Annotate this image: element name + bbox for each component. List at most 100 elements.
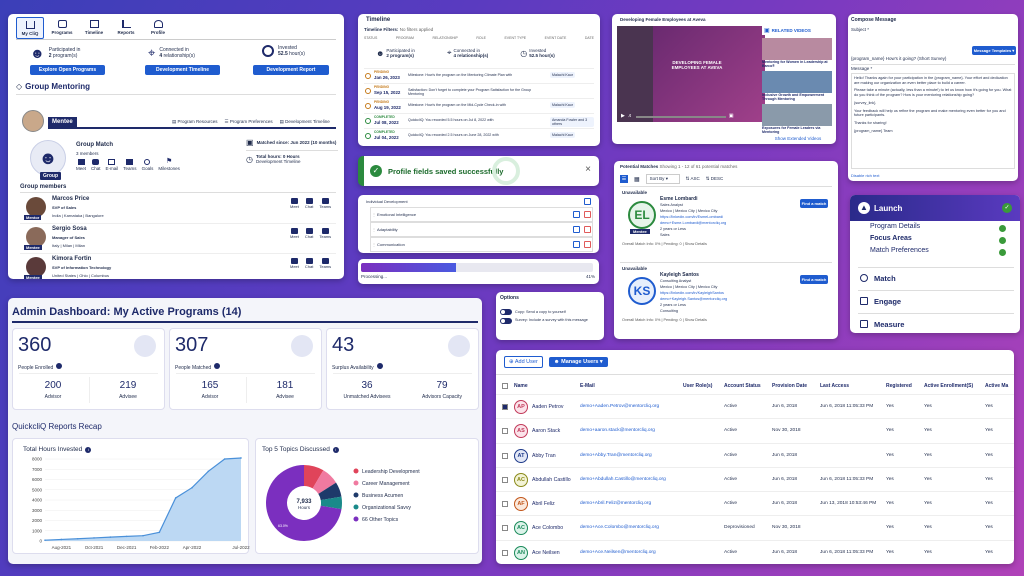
column-header[interactable]: E-Mail	[580, 383, 595, 389]
sort-asc[interactable]: ⇅ ASC	[686, 176, 700, 182]
table-row[interactable]: AC Ace Colombo demo+Ace.Colombo@mentorcliq…	[496, 515, 1014, 539]
close-icon[interactable]: ×	[585, 164, 591, 175]
data-point[interactable]	[223, 458, 226, 460]
user-email[interactable]: demo+aaron.stack@mentorcliq.org	[580, 428, 655, 433]
disable-rich-text-link[interactable]: Disable rich text	[851, 173, 879, 178]
member-name[interactable]: Sergio Sosa	[52, 226, 87, 232]
tab-profile[interactable]: Profile	[144, 17, 172, 39]
table-row[interactable]: AP Aaden Petrov demo+Aaden.Petrov@mentorcl…	[496, 394, 1014, 418]
delete-icon[interactable]	[584, 241, 591, 248]
table-row[interactable]: AT Abby Tran demo+Abby.Tran@mentorcliq.org…	[496, 442, 1014, 467]
timeline-event[interactable]: PENDING Aug 19, 2022 Milestone: How's the …	[364, 98, 594, 113]
related-video[interactable]: Inclusive Growth and Empowerment Through…	[762, 71, 834, 101]
column-header[interactable]: Account Status	[724, 383, 761, 389]
info-icon[interactable]	[56, 363, 63, 369]
column-header[interactable]: Name	[514, 383, 528, 389]
delete-icon[interactable]	[584, 211, 591, 218]
match-score[interactable]: Overall Match Info: 0% | Pending: 0 | Sh…	[622, 242, 707, 246]
member-chat-action[interactable]: Chat	[305, 228, 313, 239]
info-icon[interactable]	[214, 363, 221, 369]
teams-action[interactable]: Teams	[123, 159, 137, 172]
email-action[interactable]: E-mail	[106, 159, 118, 172]
user-name[interactable]: Abby Tran	[532, 453, 556, 459]
dev-list-item[interactable]: Adaptability ⋮	[370, 222, 593, 237]
data-point[interactable]	[109, 536, 112, 538]
user-name[interactable]: Ace Colombo	[532, 525, 563, 531]
data-point[interactable]	[174, 497, 177, 499]
list-view-icon[interactable]: ☰	[620, 175, 628, 183]
add-user-button[interactable]: ⊕ Add User	[504, 356, 543, 368]
member-name[interactable]: Kimora Fortin	[52, 256, 91, 262]
timeline-column-header[interactable]: DATE	[585, 36, 594, 40]
event-person[interactable]: Amanda Fowler and 3 others	[550, 117, 594, 127]
message-templates-button[interactable]: Message Templates ▾	[972, 46, 1016, 55]
related-video[interactable]: Mentoring for Women in Leadership at Bar…	[762, 38, 834, 68]
play-icon[interactable]: ▶	[621, 113, 625, 119]
tab-mycliq[interactable]: My CliQ	[16, 17, 44, 39]
row-checkbox[interactable]	[502, 428, 508, 435]
event-person[interactable]: Malachi Kaur	[550, 132, 575, 138]
timeline-event[interactable]: COMPLETED Jul 04, 2022 QuickcliQ: You reco…	[364, 128, 594, 143]
match-linkedin[interactable]: https://linkedin.com/in/EsmeLombardi	[660, 215, 723, 219]
match-name[interactable]: Esme Lombardi	[660, 196, 698, 202]
member-teams-action[interactable]: Teams	[319, 258, 331, 269]
dev-list-item[interactable]: Individual Development	[364, 198, 593, 207]
info-icon[interactable]: i	[332, 446, 339, 453]
role-tab-mentee[interactable]: Mentee	[48, 117, 77, 127]
member-chat-action[interactable]: Chat	[305, 198, 313, 209]
info-icon[interactable]: i	[85, 446, 92, 453]
data-point[interactable]	[60, 538, 63, 541]
column-header[interactable]: Registered	[886, 383, 912, 389]
table-row[interactable]: AF Abril Feliz demo+Abril.Feliz@mentorcliq…	[496, 491, 1014, 515]
select-all-checkbox[interactable]	[502, 383, 508, 389]
data-point[interactable]	[76, 537, 79, 540]
message-body[interactable]: Hello! Thanks again for your participati…	[851, 73, 1015, 169]
timeline-event[interactable]: COMPLETED Jul 08, 2022 QuickcliQ: You reco…	[364, 113, 594, 128]
member-teams-action[interactable]: Teams	[319, 228, 331, 239]
timeline-column-header[interactable]: ROLE	[476, 36, 486, 40]
timeline-column-header[interactable]: EVENT DATE	[545, 36, 567, 40]
data-point[interactable]	[240, 457, 242, 459]
row-checkbox[interactable]	[502, 501, 508, 508]
sort-select[interactable]: Sort By ▾	[645, 174, 680, 184]
related-video[interactable]: Exposures for Female Leaders via Mentori…	[762, 104, 834, 134]
find-match-button[interactable]: Find a match	[800, 275, 828, 284]
column-header[interactable]: Active Ma	[985, 383, 1008, 389]
info-icon[interactable]	[376, 363, 383, 369]
edit-icon[interactable]	[573, 241, 580, 248]
row-checkbox[interactable]	[502, 476, 508, 483]
user-name[interactable]: Aaden Petrov	[532, 404, 563, 410]
data-point[interactable]	[158, 531, 161, 534]
row-checkbox[interactable]	[502, 525, 508, 532]
development-report-button[interactable]: Development Report	[253, 65, 329, 75]
edit-icon[interactable]	[573, 226, 580, 233]
meet-action[interactable]: Meet	[76, 159, 86, 172]
member-meet-action[interactable]: Meet	[290, 258, 299, 269]
user-name[interactable]: Abdullah Castillo	[532, 477, 571, 483]
data-point[interactable]	[93, 537, 95, 539]
data-point[interactable]	[44, 539, 46, 541]
row-checkbox[interactable]	[502, 549, 508, 556]
match-name[interactable]: Kayleigh Santos	[660, 272, 699, 278]
program-preferences-link[interactable]: ☰ Program Preferences	[225, 119, 273, 125]
show-extended-link[interactable]: Show Extended Videos	[762, 136, 834, 141]
copy-toggle[interactable]	[500, 309, 512, 315]
user-email[interactable]: demo+Abby.Tran@mentorcliq.org	[580, 453, 652, 458]
row-checkbox[interactable]	[502, 452, 508, 459]
milestones-action[interactable]: ⚑ Milestones	[158, 158, 180, 172]
event-person[interactable]: Malachi Kaur	[550, 102, 575, 108]
data-point[interactable]	[125, 535, 128, 538]
member-meet-action[interactable]: Meet	[290, 228, 299, 239]
column-header[interactable]: Last Access	[820, 383, 849, 389]
data-point[interactable]	[207, 470, 210, 473]
row-checkbox[interactable]	[502, 404, 508, 410]
drag-handle-icon[interactable]: ⋮	[372, 212, 376, 217]
launch-subitem[interactable]: Match Preferences	[870, 247, 1010, 259]
development-timeline-link[interactable]: ▤ Development Timeline	[280, 119, 330, 125]
video-player[interactable]: DEVELOPING FEMALE EMPLOYEES AT AVEVA ▶ ♬…	[617, 26, 765, 122]
development-timeline-button[interactable]: Development Timeline	[145, 65, 220, 75]
timeline-event[interactable]: PENDING Jan 26, 2023 Milestone: How's the …	[364, 68, 594, 83]
chat-action[interactable]: Chat	[91, 159, 101, 172]
video-scrubber[interactable]	[635, 115, 726, 118]
user-email[interactable]: demo+Abril.Feliz@mentorcliq.org	[580, 501, 651, 506]
